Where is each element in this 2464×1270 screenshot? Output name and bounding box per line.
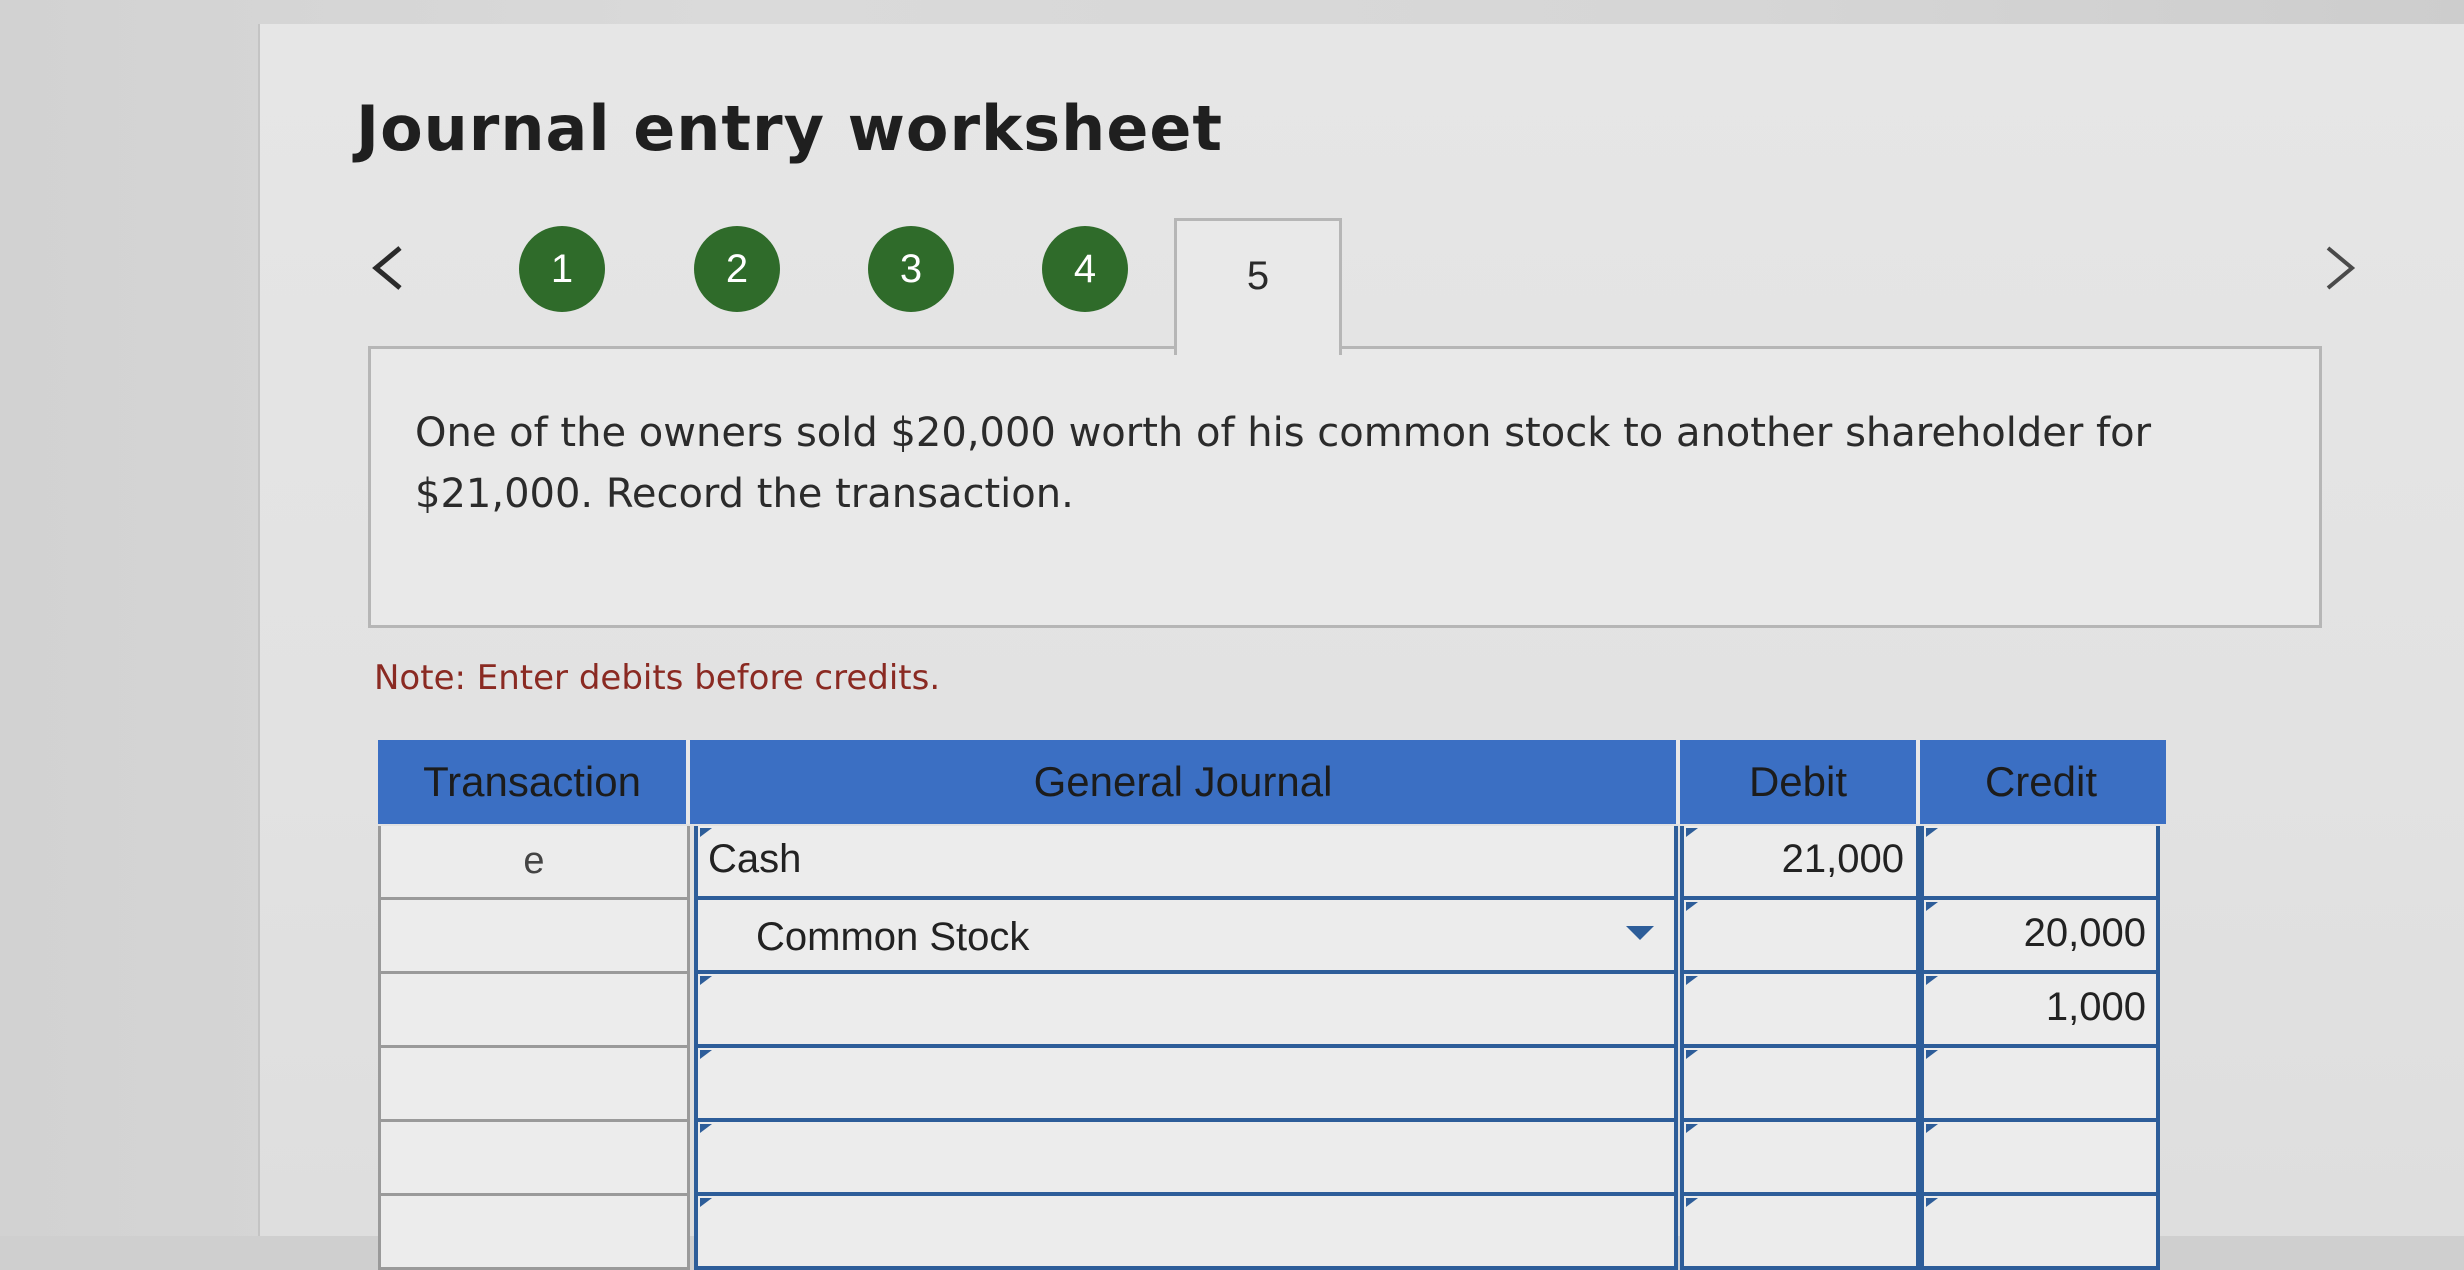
chevron-left-icon[interactable] bbox=[366, 238, 410, 298]
chevron-right-icon[interactable] bbox=[2318, 238, 2362, 298]
input-flag-icon bbox=[1686, 976, 1698, 985]
account-field[interactable] bbox=[694, 1196, 1678, 1270]
input-flag-icon bbox=[700, 1050, 712, 1059]
account-field[interactable] bbox=[694, 1048, 1678, 1122]
transaction-cell bbox=[378, 1048, 690, 1122]
question-box: One of the owners sold $20,000 worth of … bbox=[368, 346, 2322, 628]
step-3-button[interactable]: 3 bbox=[868, 226, 954, 312]
question-text: One of the owners sold $20,000 worth of … bbox=[415, 410, 2152, 517]
transaction-cell bbox=[378, 900, 690, 974]
input-flag-icon bbox=[1926, 1050, 1938, 1059]
transaction-cell bbox=[378, 974, 690, 1048]
header-general-journal: General Journal bbox=[690, 740, 1680, 824]
credit-value: 1,000 bbox=[2045, 985, 2146, 1029]
credit-field[interactable]: 20,000 bbox=[1920, 900, 2160, 974]
input-flag-icon bbox=[1686, 902, 1698, 911]
step-2-button[interactable]: 2 bbox=[694, 226, 780, 312]
credit-field[interactable] bbox=[1920, 826, 2160, 900]
input-flag-icon bbox=[1926, 1198, 1938, 1207]
debit-field[interactable] bbox=[1680, 1122, 1920, 1196]
account-field[interactable]: Cash bbox=[694, 826, 1678, 900]
input-flag-icon bbox=[700, 976, 712, 985]
transaction-cell bbox=[378, 1196, 690, 1270]
page-title: Journal entry worksheet bbox=[356, 92, 1224, 165]
transaction-cell: e bbox=[378, 826, 690, 900]
debit-field[interactable] bbox=[1680, 900, 1920, 974]
credit-field[interactable]: 1,000 bbox=[1920, 974, 2160, 1048]
input-flag-icon bbox=[1686, 1124, 1698, 1133]
transaction-cell bbox=[378, 1122, 690, 1196]
header-debit: Debit bbox=[1680, 740, 1920, 824]
table-row: 1,000 bbox=[378, 974, 2166, 1048]
table-row: e Cash 21,000 bbox=[378, 826, 2166, 900]
header-transaction: Transaction bbox=[378, 740, 690, 824]
table-row bbox=[378, 1122, 2166, 1196]
input-flag-icon bbox=[1926, 976, 1938, 985]
step-1-button[interactable]: 1 bbox=[519, 226, 605, 312]
debit-field[interactable] bbox=[1680, 1048, 1920, 1122]
account-field[interactable] bbox=[694, 974, 1678, 1048]
account-field[interactable] bbox=[694, 1122, 1678, 1196]
credit-field[interactable] bbox=[1920, 1196, 2160, 1270]
input-flag-icon bbox=[1686, 828, 1698, 837]
credit-field[interactable] bbox=[1920, 1048, 2160, 1122]
input-flag-icon bbox=[1926, 828, 1938, 837]
debit-field[interactable]: 21,000 bbox=[1680, 826, 1920, 900]
account-select[interactable]: Common Stock bbox=[694, 900, 1678, 974]
step-4-button[interactable]: 4 bbox=[1042, 226, 1128, 312]
input-flag-icon bbox=[1926, 902, 1938, 911]
step-5-tab[interactable]: 5 bbox=[1174, 218, 1342, 355]
debit-field[interactable] bbox=[1680, 974, 1920, 1048]
input-flag-icon bbox=[700, 1124, 712, 1133]
credit-value: 20,000 bbox=[2023, 911, 2146, 955]
note-text: Note: Enter debits before credits. bbox=[374, 658, 941, 698]
debit-field[interactable] bbox=[1680, 1196, 1920, 1270]
table-row: Common Stock 20,000 bbox=[378, 900, 2166, 974]
header-credit: Credit bbox=[1920, 740, 2166, 824]
input-flag-icon bbox=[1686, 1198, 1698, 1207]
input-flag-icon bbox=[700, 1198, 712, 1207]
input-flag-icon bbox=[1926, 1124, 1938, 1133]
table-row bbox=[378, 1196, 2166, 1270]
input-flag-icon bbox=[1686, 1050, 1698, 1059]
account-name: Common Stock bbox=[756, 915, 1030, 959]
debit-value: 21,000 bbox=[1781, 837, 1904, 881]
credit-field[interactable] bbox=[1920, 1122, 2160, 1196]
table-row bbox=[378, 1048, 2166, 1122]
chevron-down-icon[interactable] bbox=[1626, 926, 1654, 940]
account-name: Cash bbox=[708, 837, 802, 881]
